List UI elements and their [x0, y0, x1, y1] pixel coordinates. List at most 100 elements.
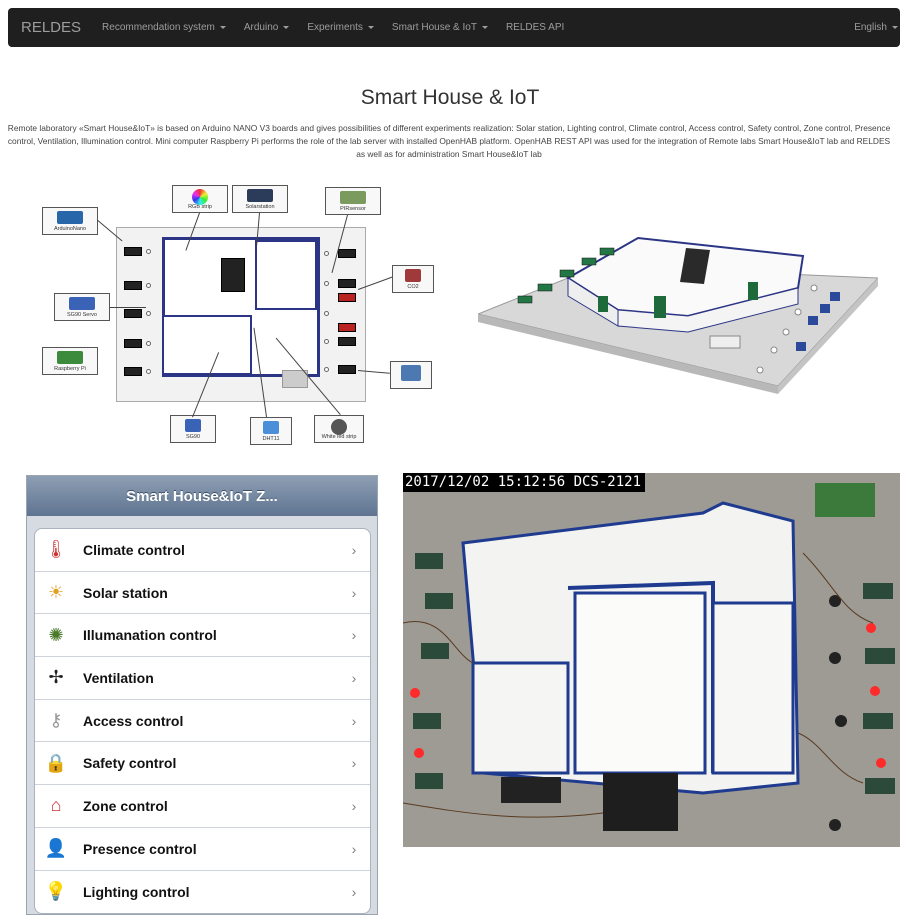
rgb-strip-part: RGB strip	[172, 185, 228, 213]
part-label: PIRsensor	[340, 206, 366, 212]
module-chip	[338, 337, 356, 346]
wiring-schematic: ArduinoNano RGB strip Solarstation PIRse…	[40, 185, 435, 445]
chevron-right-icon: ›	[351, 669, 357, 686]
part-label: SG90 Servo	[67, 312, 97, 318]
pir-sensor-part: PIRsensor	[325, 187, 381, 215]
part-label: CO2	[407, 284, 419, 290]
nav-smart-house-iot[interactable]: Smart House & IoT	[383, 22, 497, 33]
chevron-right-icon: ›	[351, 712, 357, 729]
part-label: ArduinoNano	[53, 226, 87, 232]
module-chip-red	[338, 293, 356, 302]
key-icon: ⚷	[49, 710, 63, 731]
menu-item-solar-station[interactable]: ☀ Solar station ›	[35, 572, 370, 615]
servo-icon	[185, 419, 201, 432]
led-strip-icon	[331, 419, 347, 435]
caret-down-icon	[367, 26, 374, 29]
module-chip	[124, 367, 142, 376]
module-chip	[338, 279, 356, 288]
menu-item-label: Illumanation control	[83, 627, 217, 644]
menu-item-safety-control[interactable]: 🔒 Safety control ›	[35, 742, 370, 786]
part-label: DHT11	[262, 436, 280, 442]
menu-item-lighting-control[interactable]: 💡 Lighting control ›	[35, 871, 370, 914]
cooler-icon	[401, 365, 421, 381]
part-label: Raspberry Pi	[54, 366, 86, 372]
thermometer-icon: 🌡	[44, 539, 68, 560]
menu-item-label: Solar station	[83, 584, 168, 601]
menu-item-presence-control[interactable]: 👤 Presence control ›	[35, 828, 370, 871]
led-dot	[324, 367, 329, 372]
nav-experiments[interactable]: Experiments	[298, 22, 383, 33]
module-chip	[338, 365, 356, 374]
module-chip	[124, 309, 142, 318]
sg90-servo-part: SG90 Servo	[54, 293, 110, 321]
connector-wire	[110, 307, 146, 308]
cooler-part	[390, 361, 432, 389]
led-dot	[146, 369, 151, 374]
arduino-board-icon	[57, 211, 83, 224]
led-dot	[324, 311, 329, 316]
menu-item-illumanation-control[interactable]: ✺ Illumanation control ›	[35, 614, 370, 658]
nav-label: RELDES API	[505, 22, 565, 33]
led-dot	[324, 281, 329, 286]
servo-icon	[69, 297, 95, 310]
co2-sensor-part: CO2	[392, 265, 434, 293]
lightbulb-rays-icon: ✺	[48, 624, 64, 645]
brand-link[interactable]: RELDES	[8, 19, 93, 36]
chevron-right-icon: ›	[351, 627, 357, 644]
menu-item-ventilation[interactable]: ✢ Ventilation ›	[35, 657, 370, 700]
nav-label: Arduino	[243, 22, 279, 33]
solar-panel-icon: ☀	[47, 582, 65, 603]
camera-timestamp: 2017/12/02 15:12:56 DCS-2121	[403, 473, 646, 492]
co2-sensor-icon	[405, 269, 421, 282]
app-header-title: Smart House&IoT Z...	[27, 476, 377, 516]
menu-item-label: Lighting control	[83, 883, 190, 900]
language-dropdown[interactable]: English	[845, 22, 900, 33]
menu-item-label: Safety control	[83, 755, 177, 772]
nav-recommendation-system[interactable]: Recommendation system	[93, 22, 235, 33]
dht11-part: DHT11	[250, 417, 292, 445]
nav-arduino[interactable]: Arduino	[235, 22, 298, 33]
solar-panel-icon	[247, 189, 273, 202]
person-icon: 👤	[44, 838, 68, 859]
nav-label: Recommendation system	[102, 22, 215, 33]
menu-item-zone-control[interactable]: ⌂ Zone control ›	[35, 785, 370, 828]
fan-icon: ✢	[48, 667, 64, 688]
smart-house-app-panel: Smart House&IoT Z... 🌡 Climate control ›…	[26, 475, 378, 915]
camera-feed: 2017/12/02 15:12:56 DCS-2121	[403, 473, 900, 847]
led-dot	[146, 311, 151, 316]
nav-label: Smart House & IoT	[391, 22, 477, 33]
chevron-right-icon: ›	[351, 755, 357, 772]
bulb-icon: 💡	[44, 881, 68, 902]
top-navbar: RELDES Recommendation system Arduino Exp…	[8, 8, 900, 47]
house-3d-model	[476, 226, 880, 396]
sg90-bottom-part: SG90	[170, 415, 216, 443]
intro-paragraph: Remote laboratory «Smart House&IoT» is b…	[7, 123, 891, 159]
led-dot	[146, 341, 151, 346]
part-label: Solarstation	[245, 204, 275, 210]
solar-station-part: Solarstation	[232, 185, 288, 213]
rgb-strip-icon	[192, 189, 208, 205]
camera-scene-svg	[403, 473, 900, 847]
raspberry-pi-icon	[57, 351, 83, 364]
module-chip	[338, 249, 356, 258]
nav-reldes-api[interactable]: RELDES API	[497, 22, 573, 33]
menu-item-access-control[interactable]: ⚷ Access control ›	[35, 700, 370, 743]
module-chip-red	[338, 323, 356, 332]
dht11-icon	[263, 421, 279, 434]
arduino-nano-part: ArduinoNano	[42, 207, 98, 235]
white-led-strip-part: White led strip	[314, 415, 364, 443]
led-dot	[324, 339, 329, 344]
caret-down-icon	[892, 26, 898, 29]
room-bottom-left	[162, 315, 252, 375]
zone-icon: ⌂	[50, 795, 62, 816]
chevron-right-icon: ›	[351, 883, 357, 900]
menu-item-label: Presence control	[83, 840, 197, 857]
solar-panel-chip	[221, 258, 245, 292]
chevron-right-icon: ›	[351, 840, 357, 857]
menu-item-climate-control[interactable]: 🌡 Climate control ›	[35, 529, 370, 572]
nav-label: Experiments	[307, 22, 363, 33]
led-dot	[146, 283, 151, 288]
chevron-right-icon: ›	[351, 797, 357, 814]
raspberry-pi-part: Raspberry Pi	[42, 347, 98, 375]
house-3d-svg	[476, 236, 880, 394]
